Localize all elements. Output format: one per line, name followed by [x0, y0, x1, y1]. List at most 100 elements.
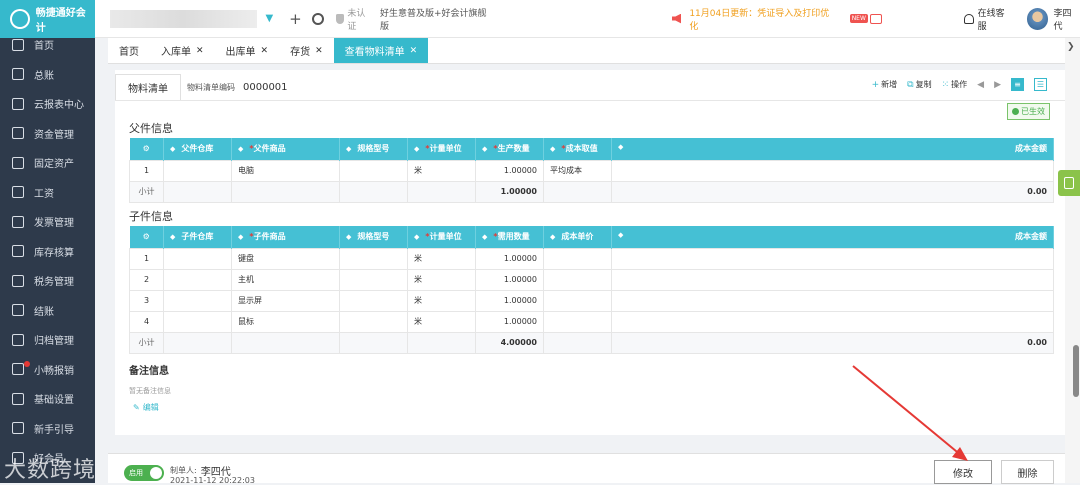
col-spec[interactable]: ◆ 规格型号 [339, 226, 408, 248]
remark-empty-text: 暂无备注信息 [129, 387, 171, 395]
grid-icon: ⁙ [941, 79, 950, 90]
sidebar-item-inventory[interactable]: 库存核算 [0, 237, 95, 267]
sidebar: 畅捷通好会计 首页 总账 云报表中心 资金管理 固定资产 工资 发票管理 库存核… [0, 0, 95, 483]
sidebar-item-home[interactable]: 首页 [0, 30, 95, 60]
status-badge: 已生效 [1007, 103, 1050, 120]
sidebar-item-settings[interactable]: 基础设置 [0, 384, 95, 414]
operation-button[interactable]: ⁙ 操作 [942, 79, 968, 90]
tab-stock-out[interactable]: 出库单 ✕ [215, 38, 280, 63]
floating-tool-button[interactable] [1058, 170, 1080, 196]
tab-home[interactable]: 首页 [108, 38, 150, 63]
sidebar-item-tax[interactable]: 税务管理 [0, 266, 95, 296]
scrollbar[interactable] [1073, 345, 1079, 397]
col-parent-goods[interactable]: ◆ *父件商品 [231, 138, 340, 160]
chart-icon [12, 97, 24, 110]
copy-icon: ⧉ [907, 79, 914, 90]
wallet-icon [12, 127, 24, 140]
copy-button[interactable]: ⧉ 复制 [907, 79, 931, 90]
created-time: 2021-11-12 20:22:03 [170, 476, 255, 485]
sidebar-item-closing[interactable]: 结账 [0, 296, 95, 326]
col-unit-cost[interactable]: ◆ 成本单价 [543, 226, 612, 248]
check-icon [1012, 108, 1019, 115]
settings-gear-icon[interactable] [311, 12, 324, 25]
delete-button[interactable]: 删除 [1001, 460, 1054, 484]
table-row[interactable]: 4 鼠标 米 1.00000 [129, 310, 1054, 333]
tab-view-bom[interactable]: 查看物料清单 ✕ [333, 38, 429, 63]
col-parent-warehouse[interactable]: ◆ 父件仓库 [163, 138, 232, 160]
parent-section-title: 父件信息 [129, 122, 173, 135]
table-row[interactable]: 1 电脑 米 1.00000 平均成本 [129, 159, 1054, 182]
sidebar-item-reports[interactable]: 云报表中心 [0, 89, 95, 119]
tab-inventory[interactable]: 存货 ✕ [279, 38, 334, 63]
account-set-selector[interactable] [110, 9, 258, 28]
plus-icon: + [871, 79, 880, 90]
col-cost-amount[interactable]: ◆ 成本金额 [611, 138, 1054, 160]
col-cost-amount[interactable]: ◆ 成本金额 [611, 226, 1054, 248]
gear-icon [12, 392, 24, 405]
col-child-warehouse[interactable]: ◆ 子件仓库 [163, 226, 232, 248]
bom-code: 物料清单编码 0000001 [187, 81, 288, 93]
col-spec[interactable]: ◆ 规格型号 [339, 138, 408, 160]
sidebar-item-invoice[interactable]: 发票管理 [0, 207, 95, 237]
user-menu[interactable]: 李四代 [1026, 6, 1080, 32]
closing-icon [12, 304, 24, 317]
sidebar-item-salary[interactable]: 工资 [0, 178, 95, 208]
enable-toggle[interactable]: 启用 [124, 465, 164, 481]
remark-edit-link[interactable]: ✎ 编辑 [133, 402, 159, 413]
sidebar-item-reimburse[interactable]: 小畅报销 [0, 355, 95, 385]
toggle-knob [150, 467, 162, 479]
sidebar-item-ledger[interactable]: 总账 [0, 60, 95, 90]
col-prod-qty[interactable]: ◆ *生产数量 [475, 138, 544, 160]
list-view-icon[interactable]: ≡ [1011, 78, 1024, 91]
product-edition: 好生意普及版+好会计旗舰版 [379, 8, 487, 32]
column-settings-icon[interactable]: ⚙ [129, 226, 164, 248]
prev-icon[interactable]: ◀ [977, 80, 984, 90]
col-unit[interactable]: ◆ *计量单位 [407, 226, 476, 248]
table-row[interactable]: 1 键盘 米 1.00000 [129, 247, 1054, 270]
sidebar-item-assets[interactable]: 固定资产 [0, 148, 95, 178]
close-icon[interactable]: ✕ [261, 46, 269, 56]
online-service[interactable]: 在线客服 [963, 6, 1013, 32]
table-row[interactable]: 2 主机 米 1.00000 [129, 268, 1054, 291]
table-row[interactable]: 3 显示屏 米 1.00000 [129, 289, 1054, 312]
watermark: 大数跨境 [4, 458, 97, 483]
asset-icon [12, 156, 24, 169]
chevron-down-icon[interactable]: ▼ [261, 11, 277, 27]
col-need-qty[interactable]: ◆ *需用数量 [475, 226, 544, 248]
new-button[interactable]: + 新增 [872, 79, 898, 90]
right-scroll-area [1065, 38, 1080, 483]
col-unit[interactable]: ◆ *计量单位 [407, 138, 476, 160]
add-icon[interactable]: + [289, 10, 302, 28]
edit-button[interactable]: 修改 [934, 460, 992, 484]
video-icon[interactable] [869, 13, 882, 24]
col-child-goods[interactable]: ◆ *子件商品 [231, 226, 340, 248]
close-icon[interactable]: ✕ [410, 46, 418, 56]
subtotal-row: 小计 1.00000 0.00 [129, 180, 1054, 203]
shield-icon [335, 13, 345, 24]
close-icon[interactable]: ✕ [196, 46, 204, 56]
certification-status[interactable]: 未认证 [335, 6, 374, 32]
top-header: ▼ + 未认证 好生意普及版+好会计旗舰版 11月04日更新：凭证导入及打印优化… [95, 0, 1080, 38]
chevron-right-icon[interactable]: ❯ [1067, 42, 1075, 52]
edit-icon: ✎ [133, 403, 140, 412]
sidebar-item-guide[interactable]: 新手引导 [0, 414, 95, 444]
clipboard-icon [1064, 177, 1074, 189]
close-icon[interactable]: ✕ [315, 46, 323, 56]
column-settings-icon[interactable]: ⚙ [129, 138, 164, 160]
detail-view-icon[interactable]: ☰ [1034, 78, 1047, 91]
tab-stock-in[interactable]: 入库单 ✕ [150, 38, 215, 63]
subtotal-row: 小计 4.00000 0.00 [129, 331, 1054, 354]
child-section-title: 子件信息 [129, 210, 173, 223]
col-cost-source[interactable]: ◆ *成本取值 [543, 138, 612, 160]
toolbar: + 新增 ⧉ 复制 ⁙ 操作 ◀ ▶ ≡ ☰ [872, 78, 1047, 91]
new-badge: NEW [849, 14, 868, 23]
guide-icon [12, 422, 24, 435]
page-tabs: 首页 入库单 ✕ 出库单 ✕ 存货 ✕ 查看物料清单 ✕ [108, 38, 1065, 64]
next-icon[interactable]: ▶ [994, 80, 1001, 90]
tab-bom[interactable]: 物料清单 [115, 74, 181, 100]
speaker-icon [671, 13, 682, 24]
update-notice[interactable]: 11月04日更新：凭证导入及打印优化 [689, 6, 835, 32]
sidebar-item-funds[interactable]: 资金管理 [0, 119, 95, 149]
sidebar-item-archive[interactable]: 归档管理 [0, 325, 95, 355]
notification-dot [24, 360, 30, 367]
